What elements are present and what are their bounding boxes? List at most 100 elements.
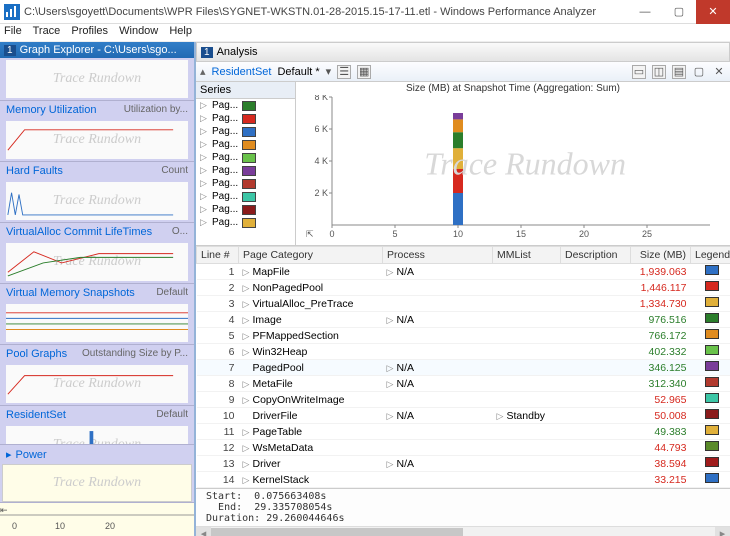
analysis-tab-header[interactable]: 1 Analysis — [196, 42, 730, 62]
series-item[interactable]: ▷Pag... — [196, 177, 295, 190]
table-row[interactable]: 9▷CopyOnWriteImage52.965 — [197, 392, 730, 408]
column-header[interactable]: Process — [383, 247, 493, 264]
column-header[interactable]: Page Category — [239, 247, 383, 264]
panel-header[interactable]: Pool GraphsOutstanding Size by P... — [0, 345, 194, 363]
table-row[interactable]: 4▷Image▷N/A976.516 — [197, 312, 730, 328]
panel-header[interactable]: Hard FaultsCount — [0, 162, 194, 180]
table-row[interactable]: 6▷Win32Heap402.332 — [197, 344, 730, 360]
column-header[interactable]: MMList — [493, 247, 561, 264]
series-item[interactable]: ▷Pag... — [196, 138, 295, 151]
scroll-left-icon[interactable]: ◂ — [196, 527, 211, 536]
close-button[interactable]: ✕ — [696, 0, 730, 24]
menu-trace[interactable]: Trace — [33, 25, 61, 37]
graph-thumbnail[interactable]: Trace Rundown — [6, 121, 188, 159]
column-header[interactable]: Line # — [197, 247, 239, 264]
watermark: Trace Rundown — [53, 475, 141, 491]
svg-text:⇤: ⇤ — [0, 505, 8, 515]
collapse-icon[interactable]: ▴ — [200, 65, 206, 78]
table-row[interactable]: 12▷WsMetaData44.793 — [197, 440, 730, 456]
power-section[interactable]: ▸ Power — [0, 444, 194, 464]
toolbar-icon[interactable]: ☰ — [337, 65, 351, 79]
dropdown-icon[interactable]: ▾ — [326, 65, 332, 78]
start-value: 0.075663408s — [254, 491, 326, 502]
maximize-pane-icon[interactable]: ▢ — [692, 65, 706, 79]
duration-label: Duration: — [206, 513, 260, 524]
graph-thumbnail[interactable]: Trace Rundown — [6, 182, 188, 220]
series-item[interactable]: ▷Pag... — [196, 99, 295, 112]
menubar: File Trace Profiles Window Help — [0, 24, 730, 42]
analysis-area: 1 Analysis ▴ ResidentSet Default * ▾ ☰ ▦… — [196, 42, 730, 536]
horizontal-scrollbar[interactable]: ◂ ▸ — [196, 526, 730, 536]
table-row[interactable]: 10DriverFile▷N/A▷Standby50.008 — [197, 408, 730, 424]
menu-help[interactable]: Help — [169, 25, 192, 37]
panel-header[interactable]: VirtualAlloc Commit LifeTimesO... — [0, 223, 194, 241]
series-item[interactable]: ▷Pag... — [196, 216, 295, 229]
panel-title: Graph Explorer - C:\Users\sgo... — [20, 44, 177, 56]
svg-text:10: 10 — [453, 229, 463, 239]
graph-thumbnail[interactable] — [6, 304, 188, 342]
scroll-right-icon[interactable]: ▸ — [715, 527, 730, 536]
expand-icon: ▸ — [6, 448, 12, 461]
table-row[interactable]: 11▷PageTable49.383 — [197, 424, 730, 440]
graph-explorer-header[interactable]: 1 Graph Explorer - C:\Users\sgo... — [0, 42, 194, 58]
table-row[interactable]: 1▷MapFile▷N/A1,939.063 — [197, 264, 730, 280]
series-item[interactable]: ▷Pag... — [196, 151, 295, 164]
close-pane-icon[interactable]: ✕ — [712, 65, 726, 79]
table-row[interactable]: 8▷MetaFile▷N/A312.340 — [197, 376, 730, 392]
column-header[interactable]: Description — [561, 247, 631, 264]
minimize-button[interactable]: — — [628, 0, 662, 24]
maximize-button[interactable]: ▢ — [662, 0, 696, 24]
timeline-ruler[interactable]: 0 10 20 ⇤ — [0, 502, 194, 536]
table-row[interactable]: 7PagedPool▷N/A346.125 — [197, 360, 730, 376]
tab-title: Analysis — [217, 46, 258, 58]
panel-header[interactable]: ResidentSetDefault — [0, 406, 194, 424]
table-row[interactable]: 13▷Driver▷N/A38.594 — [197, 456, 730, 472]
svg-text:2 K: 2 K — [314, 188, 328, 198]
toolbar-icon[interactable]: ▦ — [357, 65, 371, 79]
data-table-area: Line #Page CategoryProcessMMListDescript… — [196, 246, 730, 536]
data-table[interactable]: Line #Page CategoryProcessMMListDescript… — [196, 246, 730, 488]
graph-thumbnail[interactable]: Trace Rundown — [6, 426, 188, 444]
table-row[interactable]: 3▷VirtualAlloc_PreTrace1,334.730 — [197, 296, 730, 312]
menu-profiles[interactable]: Profiles — [71, 25, 108, 37]
series-header[interactable]: Series — [196, 82, 295, 99]
power-label: Power — [16, 449, 47, 461]
end-label: End: — [218, 502, 242, 513]
svg-text:⇱: ⇱ — [306, 229, 314, 239]
table-row[interactable]: 2▷NonPagedPool1,446.117 — [197, 280, 730, 296]
svg-text:4 K: 4 K — [314, 156, 328, 166]
svg-text:25: 25 — [642, 229, 652, 239]
menu-file[interactable]: File — [4, 25, 22, 37]
panel-header[interactable]: Virtual Memory SnapshotsDefault — [0, 284, 194, 302]
chart-canvas[interactable]: Size (MB) at Snapshot Time (Aggregation:… — [296, 82, 730, 245]
svg-text:0: 0 — [329, 229, 334, 239]
series-item[interactable]: ▷Pag... — [196, 203, 295, 216]
power-thumbnail[interactable]: Trace Rundown — [2, 464, 192, 502]
graph-thumbnail[interactable]: Trace Rundown — [6, 365, 188, 403]
chart-title: Size (MB) at Snapshot Time (Aggregation:… — [296, 82, 730, 95]
column-header[interactable]: Legend — [691, 247, 730, 264]
view-table-icon[interactable]: ▤ — [672, 65, 686, 79]
series-item[interactable]: ▷Pag... — [196, 112, 295, 125]
table-row[interactable]: 14▷KernelStack33.215 — [197, 472, 730, 488]
view-chart-icon[interactable]: ▭ — [632, 65, 646, 79]
graph-thumbnail[interactable]: Trace Rundown — [6, 60, 188, 98]
menu-window[interactable]: Window — [119, 25, 158, 37]
scroll-thumb[interactable] — [211, 528, 463, 536]
panel-number: 1 — [4, 45, 16, 56]
column-header[interactable]: Size (MB) — [631, 247, 691, 264]
table-row[interactable]: 5▷PFMappedSection766.172 — [197, 328, 730, 344]
view-split-icon[interactable]: ◫ — [652, 65, 666, 79]
series-item[interactable]: ▷Pag... — [196, 164, 295, 177]
svg-text:10: 10 — [55, 521, 65, 531]
chart-svg: 8 K6 K4 K2 K0510152025⇱ — [296, 95, 730, 243]
selection-footer: Start: 0.075663408s End: 29.335708054s D… — [196, 488, 730, 526]
panel-header[interactable]: Memory UtilizationUtilization by... — [0, 101, 194, 119]
series-item[interactable]: ▷Pag... — [196, 190, 295, 203]
graph-toolbar: ▴ ResidentSet Default * ▾ ☰ ▦ ▭ ◫ ▤ ▢ ✕ — [196, 62, 730, 82]
preset-name[interactable]: Default * — [277, 66, 319, 78]
graph-name[interactable]: ResidentSet — [212, 66, 272, 78]
graph-thumbnail[interactable]: Trace Rundown — [6, 243, 188, 281]
series-item[interactable]: ▷Pag... — [196, 125, 295, 138]
duration-value: 29.260044646s — [266, 513, 344, 524]
